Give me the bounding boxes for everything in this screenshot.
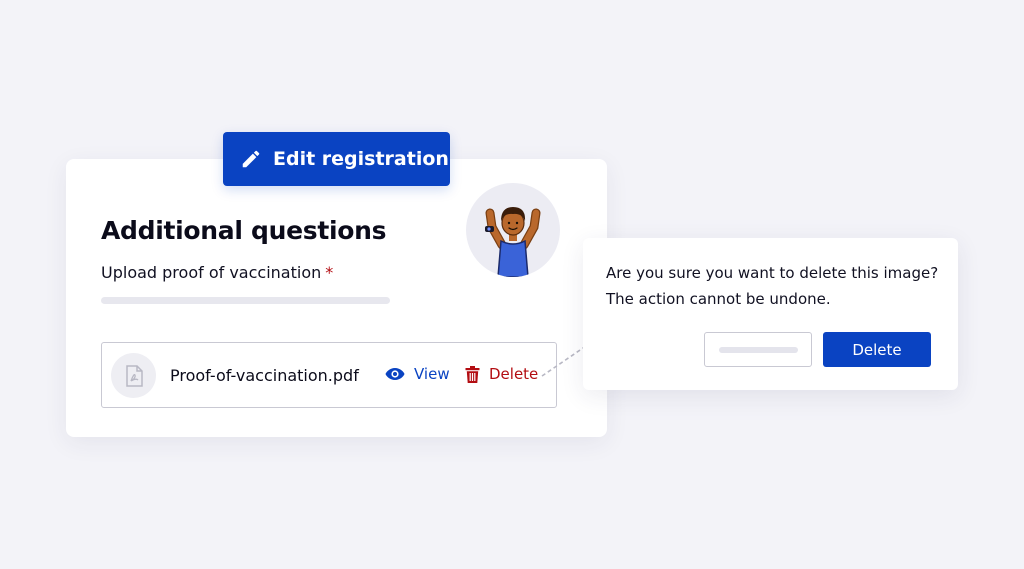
- section-title: Additional questions: [101, 216, 387, 245]
- delete-label: Delete: [489, 365, 539, 383]
- cancel-label-placeholder: [719, 347, 798, 353]
- dialog-message-line-2: The action cannot be undone.: [606, 290, 831, 308]
- view-label: View: [414, 365, 450, 383]
- cancel-button[interactable]: [704, 332, 812, 367]
- confirm-delete-button[interactable]: Delete: [823, 332, 931, 367]
- eye-icon: [385, 367, 405, 381]
- upload-field-label-text: Upload proof of vaccination: [101, 263, 322, 282]
- delete-file-link[interactable]: Delete: [465, 365, 538, 383]
- dialog-message-line-1: Are you sure you want to delete this ima…: [606, 264, 939, 282]
- placeholder-bar: [101, 297, 390, 304]
- uploaded-file-row: Proof-of-vaccination.pdf View Delete: [101, 342, 557, 408]
- avatar: [466, 183, 560, 277]
- dialog-message: Are you sure you want to delete this ima…: [606, 260, 946, 312]
- pencil-icon: [240, 148, 262, 170]
- required-marker: *: [325, 263, 334, 282]
- edit-registration-button[interactable]: Edit registration: [223, 132, 450, 186]
- trash-icon: [465, 365, 480, 383]
- delete-confirmation-dialog: Are you sure you want to delete this ima…: [583, 238, 958, 390]
- view-file-link[interactable]: View: [385, 365, 450, 383]
- person-celebrating-avatar-icon: [485, 207, 541, 277]
- upload-field-label: Upload proof of vaccination *: [101, 263, 333, 282]
- pdf-file-icon: [111, 353, 156, 398]
- file-name: Proof-of-vaccination.pdf: [170, 366, 359, 385]
- edit-registration-label: Edit registration: [273, 148, 449, 170]
